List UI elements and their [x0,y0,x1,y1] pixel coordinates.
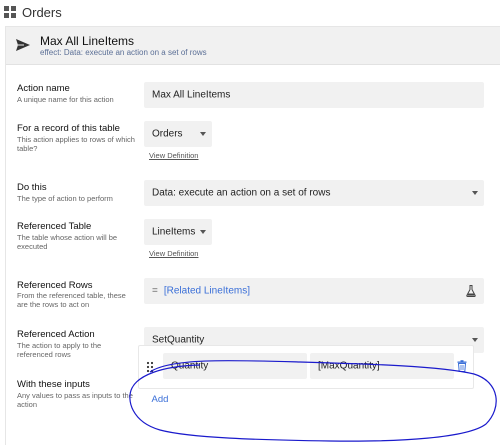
ref-action-value: SetQuantity [152,334,205,346]
chevron-down-icon [472,338,478,342]
ref-rows-expression-input[interactable]: = [Related LineItems] [144,278,484,304]
record-table-desc: This action applies to rows of which tab… [17,135,135,153]
action-name-value: Max All LineItems [152,89,231,101]
input-value-field[interactable]: [MaxQuantity] [310,353,454,379]
inputs-desc: Any values to pass as inputs to the acti… [17,391,133,409]
do-this-select[interactable]: Data: execute an action on a set of rows [144,180,484,206]
do-this-desc: The type of action to perform [17,194,113,203]
action-title: Max All LineItems [40,34,135,48]
add-input-button[interactable]: Add [140,389,180,409]
trash-icon[interactable] [457,360,467,372]
input-name-field[interactable]: Quantity [163,353,307,379]
do-this-label: Do this [17,182,47,193]
action-name-desc: A unique name for this action [17,95,114,104]
action-name-input[interactable]: Max All LineItems [144,82,484,108]
ref-rows-desc: From the referenced table, these are the… [17,291,126,309]
ref-table-select[interactable]: LineItems [144,219,212,245]
ref-rows-expression: = [Related LineItems] [152,286,250,297]
action-header[interactable]: Max All LineItems effect: Data: execute … [6,27,500,65]
input-value-value: [MaxQuantity] [318,360,380,372]
ref-rows-label: Referenced Rows [17,280,93,291]
input-row: Quantity [MaxQuantity] [138,345,474,389]
ref-table-label: Referenced Table [17,221,92,232]
input-name-value: Quantity [171,360,209,372]
send-icon [16,39,30,51]
table-title[interactable]: Orders [22,5,62,20]
action-effect: effect: Data: execute an action on a set… [40,48,207,57]
chevron-down-icon [200,230,206,234]
ref-action-desc: The action to apply to the referenced ro… [17,341,102,359]
record-table-view-definition-link[interactable]: View Definition [149,151,198,160]
top-bar: Orders [0,0,500,26]
chevron-down-icon [472,191,478,195]
ref-rows-value: [Related LineItems] [163,285,251,297]
ref-table-view-definition-link[interactable]: View Definition [149,249,198,258]
equals-sign: = [152,285,158,297]
record-table-value: Orders [152,128,183,140]
drag-handle-icon[interactable] [146,361,154,373]
flask-icon[interactable] [466,285,476,297]
action-name-label: Action name [17,83,70,94]
chevron-down-icon [200,132,206,136]
record-table-select[interactable]: Orders [144,121,212,147]
ref-action-label: Referenced Action [17,329,95,340]
record-table-label: For a record of this table [17,123,120,134]
inputs-label: With these inputs [17,379,90,390]
do-this-value: Data: execute an action on a set of rows [152,187,331,199]
ref-table-value: LineItems [152,226,196,238]
ref-table-desc: The table whose action will be executed [17,233,118,251]
grid-icon [4,6,16,18]
